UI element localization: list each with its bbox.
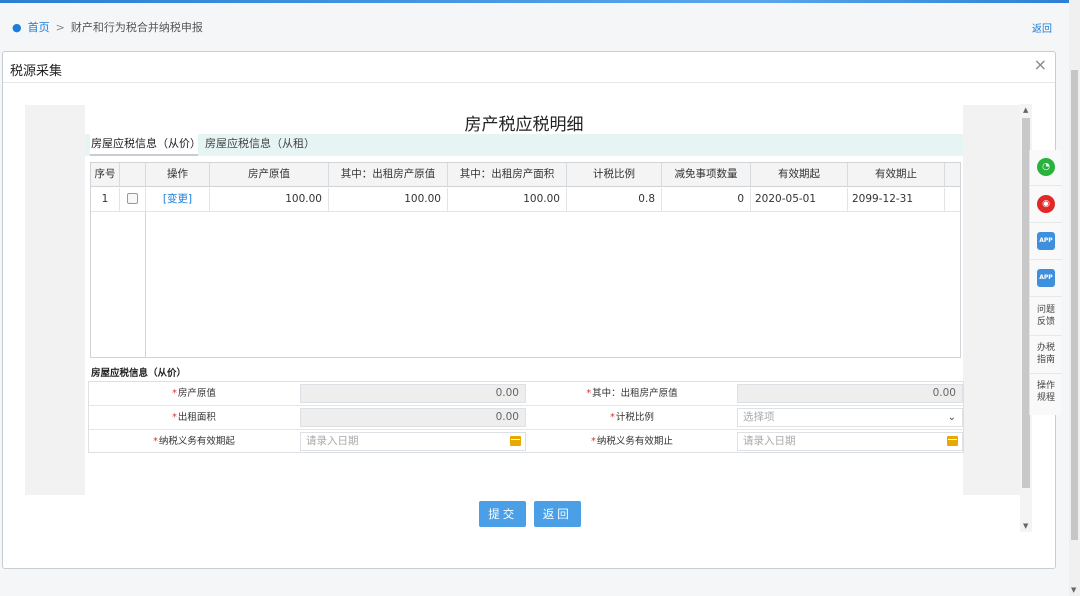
header-rental-area: 其中：出租房产面积 [448,163,567,186]
row-exemption-count: 0 [662,188,751,211]
row-valid-from: 2020-05-01 [751,188,848,211]
detail-row-2: *出租面积 0.00 *计税比例 选择项 ⌄ [89,406,963,430]
app-tool-2[interactable]: APP [1030,261,1062,297]
breadcrumb-separator: > [55,20,65,34]
manual-label: 操作 规程 [1036,381,1055,403]
duty-start-input[interactable]: 请录入日期 [300,432,526,451]
required-mark: * [586,388,592,399]
frame-left-margin [25,105,85,495]
header-index: 序号 [91,163,120,186]
tax-ratio-label: *计税比例 [610,412,654,423]
dialog-title: 税源采集 [10,64,63,79]
row-valid-to: 2099-12-31 [848,188,945,211]
required-mark: * [153,436,158,447]
feedback-label: 问题 反馈 [1036,305,1055,327]
table-row[interactable]: 1 [变更] 100.00 100.00 100.00 0.8 0 2020-0… [91,188,960,212]
grid-header: 序号 操作 房产原值 其中：出租房产原值 其中：出租房产面积 计税比例 减免事项… [91,163,960,187]
required-mark: * [172,412,177,423]
wechat-icon: ◔ [1037,158,1055,176]
header-select [120,163,146,186]
guide-label: 办税 指南 [1036,343,1055,365]
side-toolbar: ◔ ◉ APP APP 问题 反馈 办税 指南 操作 规程 [1029,150,1062,415]
row-index: 1 [91,188,120,211]
return-button[interactable]: 返回 [533,501,581,527]
change-link[interactable]: [变更] [163,193,192,205]
action-bar: 提交 返回 [3,501,1057,527]
required-mark: * [172,388,177,399]
row-checkbox-cell [120,188,146,211]
header-exemption-count: 减免事项数量 [662,163,751,186]
tab-from-value[interactable]: 房屋应税信息（从价） [90,134,201,156]
close-icon[interactable]: × [1034,55,1047,74]
frame-right-margin [963,105,1023,495]
breadcrumb-home-link[interactable]: 首页 [28,19,50,35]
page-scrollbar[interactable]: ▼ [1069,0,1080,596]
row-rental-area: 100.00 [448,188,567,211]
original-value-field: 0.00 [300,384,526,403]
header-action: 操作 [146,163,210,186]
header-original-value: 房产原值 [210,163,329,186]
calendar-icon[interactable] [510,436,521,446]
wechat-tool[interactable]: ◔ [1030,150,1062,186]
submit-button[interactable]: 提交 [479,501,527,527]
tab-bar: 房屋应税信息（从价） 房屋应税信息（从租） [85,134,963,156]
row-checkbox[interactable] [127,192,138,204]
page-scrollbar-thumb[interactable] [1071,70,1078,540]
location-pin-icon: ● [12,20,22,34]
header-rental-original-value: 其中：出租房产原值 [329,163,448,186]
scroll-up-icon[interactable]: ▲ [1023,106,1028,114]
grid-divider [145,212,146,358]
row-action-cell: [变更] [146,188,210,211]
weibo-icon: ◉ [1037,195,1055,213]
app-icon: APP [1037,232,1055,250]
header-valid-to: 有效期止 [848,163,945,186]
scroll-down-icon[interactable]: ▼ [1071,586,1076,594]
tax-ratio-select[interactable]: 选择项 ⌄ [737,408,963,427]
duty-end-input[interactable]: 请录入日期 [737,432,963,451]
header-tax-ratio: 计税比例 [567,163,662,186]
top-accent-bar [0,0,1080,3]
section-title: 房屋应税信息（从价） [91,368,187,379]
tax-source-dialog: 税源采集 × 房产税应税明细 房屋应税信息（从价） 房屋应税信息（从租） 序号 … [2,51,1056,569]
form-title: 房产税应税明细 [464,115,584,135]
row-rental-original-value: 100.00 [329,188,448,211]
app-tool-1[interactable]: APP [1030,224,1062,260]
back-link[interactable]: 返回 [1032,20,1052,35]
rental-area-label: *出租面积 [172,412,216,423]
weibo-tool[interactable]: ◉ [1030,187,1062,223]
original-value-label: *房产原值 [172,388,216,399]
app-icon: APP [1037,269,1055,287]
tab-from-rent[interactable]: 房屋应税信息（从租） [205,134,315,156]
duty-start-label: *纳税义务有效期起 [153,436,235,447]
dialog-divider [3,82,1055,83]
calendar-icon[interactable] [947,436,958,446]
rental-original-value-label: *其中：出租房产原值 [586,388,678,399]
scroll-down-icon[interactable]: ▼ [1023,522,1028,530]
breadcrumb: ● 首页 > 财产和行为税合并纳税申报 [12,19,203,35]
required-mark: * [610,412,615,423]
form-frame: 房产税应税明细 房屋应税信息（从价） 房屋应税信息（从租） 序号 操作 房产原值… [25,105,1035,525]
guide-tool[interactable]: 办税 指南 [1030,338,1062,374]
detail-row-3: *纳税义务有效期起 请录入日期 *纳税义务有效期止 请录入日期 [89,430,963,454]
chevron-down-icon: ⌄ [947,412,956,423]
detail-form: *房产原值 0.00 *其中：出租房产原值 0.00 *出租面积 0.00 *计… [88,381,964,453]
header-valid-from: 有效期起 [751,163,848,186]
manual-tool[interactable]: 操作 规程 [1030,376,1062,412]
rental-area-field: 0.00 [300,408,526,427]
detail-row-1: *房产原值 0.00 *其中：出租房产原值 0.00 [89,382,963,406]
breadcrumb-current: 财产和行为税合并纳税申报 [70,21,203,34]
row-original-value: 100.00 [210,188,329,211]
property-grid: 序号 操作 房产原值 其中：出租房产原值 其中：出租房产面积 计税比例 减免事项… [90,162,961,358]
required-mark: * [591,436,596,447]
feedback-tool[interactable]: 问题 反馈 [1030,300,1062,336]
row-tax-ratio: 0.8 [567,188,662,211]
duty-end-label: *纳税义务有效期止 [591,436,673,447]
rental-original-value-field: 0.00 [737,384,963,403]
